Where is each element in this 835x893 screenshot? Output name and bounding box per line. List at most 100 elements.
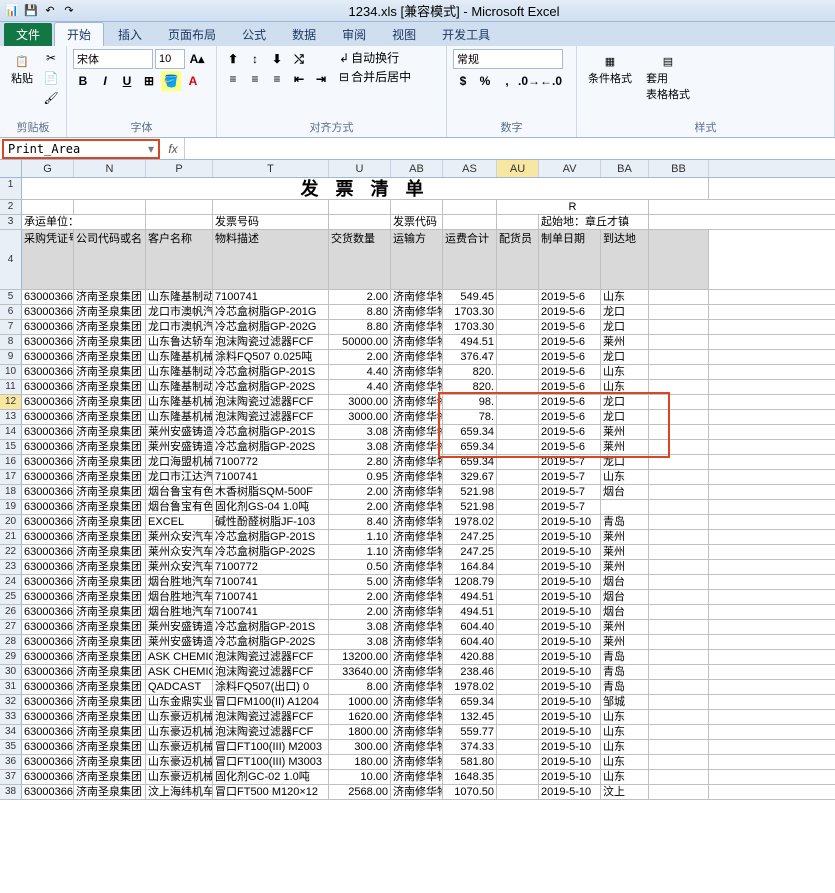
table-cell[interactable]: 龙口海盟机械有	[146, 455, 213, 469]
table-cell[interactable]: 济南圣泉集团	[74, 635, 146, 649]
table-cell[interactable]: 山东金鼎实业股	[146, 695, 213, 709]
number-format-select[interactable]	[453, 49, 563, 69]
table-cell[interactable]: 青岛	[601, 680, 649, 694]
table-cell[interactable]: 济南修华物	[391, 380, 443, 394]
table-cell[interactable]: 山东	[601, 710, 649, 724]
table-cell[interactable]: 济南圣泉集团	[74, 305, 146, 319]
table-cell[interactable]: 6300036601	[22, 410, 74, 424]
table-cell[interactable]	[497, 320, 539, 334]
table-cell[interactable]: 6300036601	[22, 710, 74, 724]
table-cell[interactable]	[497, 680, 539, 694]
tab-insert[interactable]: 插入	[106, 23, 154, 46]
table-cell[interactable]: 2019-5-10	[539, 620, 601, 634]
table-cell[interactable]: 7100741	[213, 605, 329, 619]
table-cell[interactable]: 龙口市澳帆汽车	[146, 320, 213, 334]
table-cell[interactable]: 2019-5-10	[539, 560, 601, 574]
table-cell[interactable]: 2019-5-10	[539, 515, 601, 529]
table-cell[interactable]	[497, 710, 539, 724]
table-cell[interactable]: 莱州安盛铸造有	[146, 440, 213, 454]
table-cell[interactable]: 济南修华物	[391, 575, 443, 589]
table-cell[interactable]: 6300036601	[22, 635, 74, 649]
table-cell[interactable]: ASK CHEMICA	[146, 665, 213, 679]
table-cell[interactable]: 山东	[601, 725, 649, 739]
table-cell[interactable]: 山东隆基机械股	[146, 350, 213, 364]
table-cell[interactable]: 6300036601	[22, 455, 74, 469]
table-cell[interactable]: 1703.30	[443, 305, 497, 319]
tab-file[interactable]: 文件	[4, 23, 52, 46]
table-cell[interactable]: 6300036601	[22, 620, 74, 634]
wrap-text-button[interactable]: ↲自动换行	[339, 49, 411, 66]
increase-font-icon[interactable]: A▴	[187, 49, 207, 69]
table-cell[interactable]: 济南圣泉集团	[74, 380, 146, 394]
table-cell[interactable]: 龙口	[601, 320, 649, 334]
table-cell[interactable]: 济南修华物	[391, 515, 443, 529]
table-cell[interactable]: 7100772	[213, 560, 329, 574]
table-cell[interactable]: 2019-5-6	[539, 335, 601, 349]
table-cell[interactable]: 494.51	[443, 335, 497, 349]
table-cell[interactable]: 6300036601	[22, 290, 74, 304]
table-cell[interactable]	[497, 425, 539, 439]
table-cell[interactable]: 济南圣泉集团	[74, 365, 146, 379]
table-cell[interactable]: 泡沫陶瓷过滤器FCF	[213, 665, 329, 679]
table-cell[interactable]: 济南修华物	[391, 785, 443, 799]
table-cell[interactable]: 300.00	[329, 740, 391, 754]
table-cell[interactable]: 济南圣泉集团	[74, 455, 146, 469]
table-cell[interactable]: QADCAST	[146, 680, 213, 694]
table-cell[interactable]: 8.40	[329, 515, 391, 529]
table-cell[interactable]: 2019-5-10	[539, 575, 601, 589]
table-cell[interactable]: 济南圣泉集团	[74, 335, 146, 349]
table-cell[interactable]: 冷芯盒树脂GP-201S	[213, 530, 329, 544]
table-cell[interactable]: 0.95	[329, 470, 391, 484]
col-header[interactable]: U	[329, 160, 391, 177]
table-cell[interactable]: 2019-5-10	[539, 590, 601, 604]
table-cell[interactable]	[497, 650, 539, 664]
table-cell[interactable]: 烟台	[601, 605, 649, 619]
table-cell[interactable]: 济南修华物	[391, 740, 443, 754]
table-cell[interactable]: 374.33	[443, 740, 497, 754]
table-cell[interactable]: 涂料FQ507 0.025吨	[213, 350, 329, 364]
table-cell[interactable]: 2019-5-10	[539, 680, 601, 694]
table-cell[interactable]: EXCEL	[146, 515, 213, 529]
table-cell[interactable]: 2019-5-10	[539, 740, 601, 754]
table-cell[interactable]: 604.40	[443, 620, 497, 634]
table-cell[interactable]: 济南修华物	[391, 455, 443, 469]
table-cell[interactable]: 济南圣泉集团	[74, 650, 146, 664]
table-cell[interactable]: 659.34	[443, 455, 497, 469]
table-cell[interactable]	[497, 590, 539, 604]
border-button[interactable]: ⊞	[139, 71, 159, 91]
table-cell[interactable]: 2019-5-6	[539, 320, 601, 334]
table-cell[interactable]: 10.00	[329, 770, 391, 784]
table-cell[interactable]: 247.25	[443, 545, 497, 559]
table-cell[interactable]: 7100772	[213, 455, 329, 469]
table-cell[interactable]: 龙口	[601, 305, 649, 319]
table-cell[interactable]: 3000.00	[329, 395, 391, 409]
table-cell[interactable]: 6300036601	[22, 320, 74, 334]
table-cell[interactable]: 6300036601	[22, 725, 74, 739]
table-cell[interactable]: 2019-5-6	[539, 305, 601, 319]
table-cell[interactable]: 山东豪迈机械科	[146, 710, 213, 724]
table-cell[interactable]: 冒口FT100(III) M3003	[213, 755, 329, 769]
table-cell[interactable]: 冷芯盒树脂GP-202G	[213, 320, 329, 334]
table-cell[interactable]: 7100741	[213, 575, 329, 589]
col-header[interactable]: T	[213, 160, 329, 177]
table-cell[interactable]: 邹城	[601, 695, 649, 709]
table-cell[interactable]: 2019-5-10	[539, 665, 601, 679]
table-cell[interactable]: 济南修华物	[391, 680, 443, 694]
table-cell[interactable]: 汶上	[601, 785, 649, 799]
table-cell[interactable]: 山东	[601, 470, 649, 484]
table-cell[interactable]: 济南修华物	[391, 770, 443, 784]
table-cell[interactable]: 7100741	[213, 470, 329, 484]
format-painter-icon[interactable]: 🖌	[42, 89, 60, 107]
table-cell[interactable]: 6300036601	[22, 785, 74, 799]
table-cell[interactable]: 涂料FQ507(出口) 0	[213, 680, 329, 694]
table-cell[interactable]: 济南修华物	[391, 335, 443, 349]
table-cell[interactable]: 济南修华物	[391, 590, 443, 604]
table-cell[interactable]: 冷芯盒树脂GP-201S	[213, 365, 329, 379]
table-cell[interactable]: 6300036601	[22, 395, 74, 409]
table-cell[interactable]: 6300036601	[22, 515, 74, 529]
table-cell[interactable]: 烟台鲁宝有色合	[146, 500, 213, 514]
table-cell[interactable]: 莱州安盛铸造有	[146, 620, 213, 634]
table-cell[interactable]: 6300036601	[22, 545, 74, 559]
table-cell[interactable]: 山东	[601, 290, 649, 304]
table-cell[interactable]: 2019-5-10	[539, 650, 601, 664]
